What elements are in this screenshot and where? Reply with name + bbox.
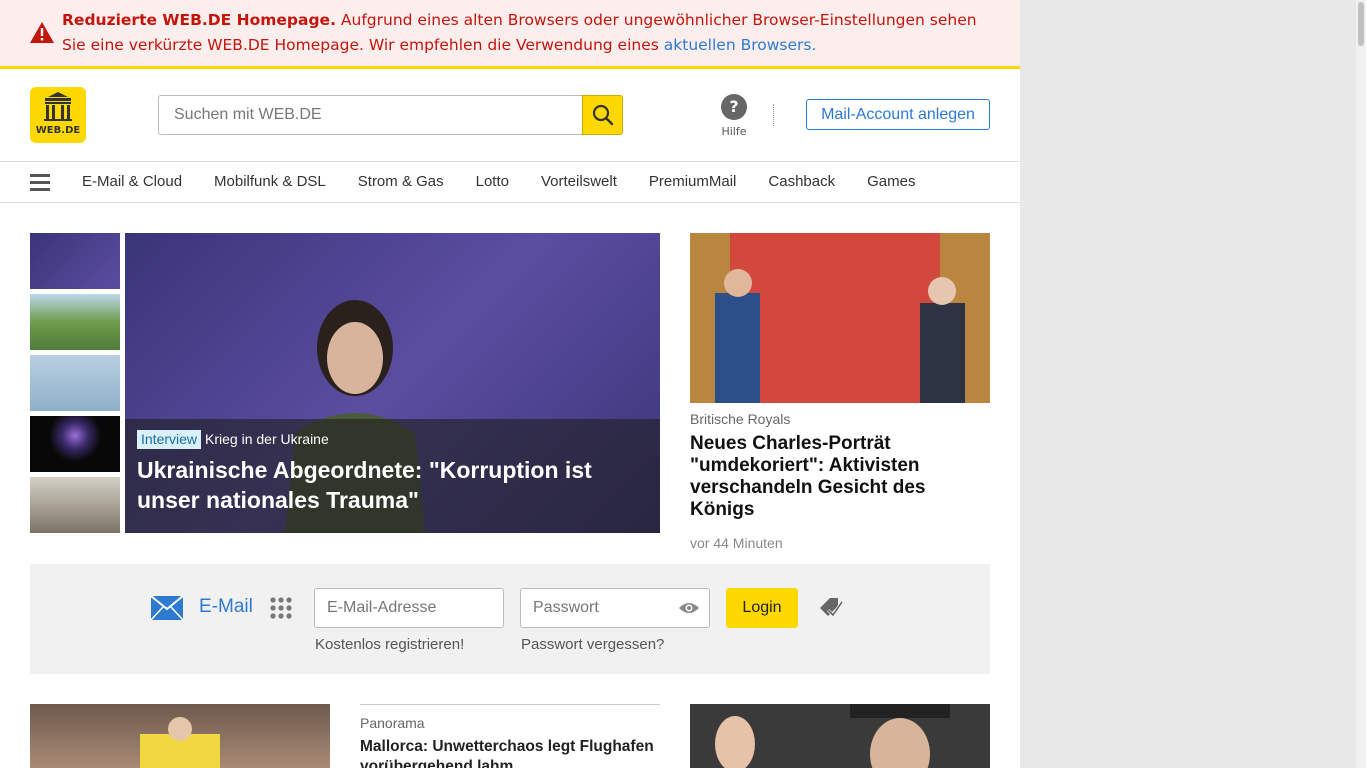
brandenburg-gate-icon	[44, 92, 72, 121]
nav-item-cashback[interactable]: Cashback	[752, 162, 851, 202]
search-input[interactable]	[158, 95, 584, 135]
thumbnail-ukraine[interactable]	[30, 233, 120, 289]
nav-list: E-Mail & Cloud Mobilfunk & DSL Strom & G…	[66, 162, 931, 202]
email-address-input[interactable]	[314, 588, 504, 628]
bottom-article-category: Panorama	[360, 715, 425, 731]
warning-title: Reduzierte WEB.DE Homepage.	[62, 11, 336, 29]
hero-caption: Interview Krieg in der Ukraine Ukrainisch…	[125, 419, 660, 533]
create-mail-account-button[interactable]: Mail-Account anlegen	[806, 99, 990, 130]
thumbnail-apple[interactable]	[30, 416, 120, 472]
tag-check-icon[interactable]	[818, 596, 844, 620]
side-article-time: vor 44 Minuten	[690, 535, 783, 551]
menu-icon[interactable]	[30, 174, 50, 192]
interview-badge: Interview	[137, 430, 202, 449]
mail-login-box: E-Mail Login Kostenlos registrieren! Pas…	[30, 564, 990, 674]
page: Reduzierte WEB.DE Homepage. Aufgrund ein…	[0, 0, 1020, 768]
side-article-image	[690, 233, 990, 403]
current-browser-link[interactable]: aktuellen Browsers.	[664, 36, 817, 54]
help-label: Hilfe	[721, 125, 747, 138]
help-button[interactable]: ? Hilfe	[716, 94, 752, 138]
webde-logo[interactable]: WEB.DE	[30, 87, 86, 143]
email-label[interactable]: E-Mail	[199, 596, 253, 618]
bottom-article-image-crowd[interactable]	[30, 704, 330, 768]
nav-item-mobilfunk-dsl[interactable]: Mobilfunk & DSL	[198, 162, 342, 202]
warning-icon	[30, 22, 54, 43]
scrollbar-thumb[interactable]	[1358, 2, 1364, 46]
side-article-title[interactable]: Neues Charles-Porträt "umdekoriert": Akt…	[690, 433, 990, 521]
zelensky-image	[690, 704, 990, 768]
bottom-article-image-zelensky[interactable]	[690, 704, 990, 768]
main-navigation: E-Mail & Cloud Mobilfunk & DSL Strom & G…	[0, 161, 1020, 203]
side-article[interactable]: Britische Royals Neues Charles-Porträt "…	[690, 233, 990, 551]
crowd-image	[140, 717, 220, 768]
bottom-article[interactable]: Panorama Mallorca: Unwetterchaos legt Fl…	[360, 704, 660, 768]
thumbnail-flood[interactable]	[30, 477, 120, 533]
help-icon: ?	[721, 94, 747, 120]
slider-thumbnails	[30, 233, 120, 538]
nav-item-email-cloud[interactable]: E-Mail & Cloud	[66, 162, 198, 202]
nav-item-premiummail[interactable]: PremiumMail	[633, 162, 753, 202]
hero-kicker: Krieg in der Ukraine	[205, 431, 329, 447]
login-button[interactable]: Login	[726, 588, 798, 628]
apps-grid-icon[interactable]	[270, 597, 292, 619]
thumbnail-helicopter[interactable]	[30, 355, 120, 411]
thumbnail-road[interactable]	[30, 294, 120, 350]
logo-text: WEB.DE	[35, 125, 81, 136]
nav-item-vorteilswelt[interactable]: Vorteilswelt	[525, 162, 633, 202]
hero-title[interactable]: Ukrainische Abgeordnete: "Korruption ist…	[137, 455, 648, 515]
forgot-password-link[interactable]: Passwort vergessen?	[521, 636, 664, 653]
register-link[interactable]: Kostenlos registrieren!	[315, 636, 464, 653]
search-bar	[158, 95, 623, 135]
browser-warning-banner: Reduzierte WEB.DE Homepage. Aufgrund ein…	[0, 0, 1020, 69]
vertical-scrollbar[interactable]	[1356, 0, 1366, 768]
portrait-scene	[690, 233, 990, 403]
bottom-article-title[interactable]: Mallorca: Unwetterchaos legt Flughafen v…	[360, 737, 660, 768]
nav-item-games[interactable]: Games	[851, 162, 931, 202]
side-article-category: Britische Royals	[690, 411, 791, 427]
nav-item-strom-gas[interactable]: Strom & Gas	[342, 162, 460, 202]
header-divider	[773, 104, 774, 126]
hero-article[interactable]: Interview Krieg in der Ukraine Ukrainisch…	[125, 233, 660, 533]
show-password-eye-icon[interactable]	[678, 600, 700, 616]
envelope-icon[interactable]	[151, 596, 183, 620]
search-button[interactable]	[582, 95, 623, 135]
warning-text: Reduzierte WEB.DE Homepage. Aufgrund ein…	[62, 8, 992, 58]
search-icon	[592, 104, 614, 126]
nav-item-lotto[interactable]: Lotto	[460, 162, 525, 202]
